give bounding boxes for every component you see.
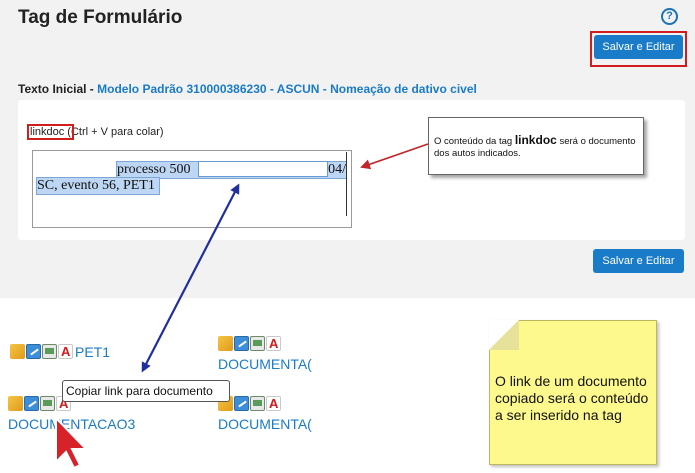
arrow-callout-to-editor [360,143,429,170]
annotation-arrows [55,143,429,470]
cursor-icon [55,415,89,470]
arrow-copy-to-editor [141,183,240,373]
